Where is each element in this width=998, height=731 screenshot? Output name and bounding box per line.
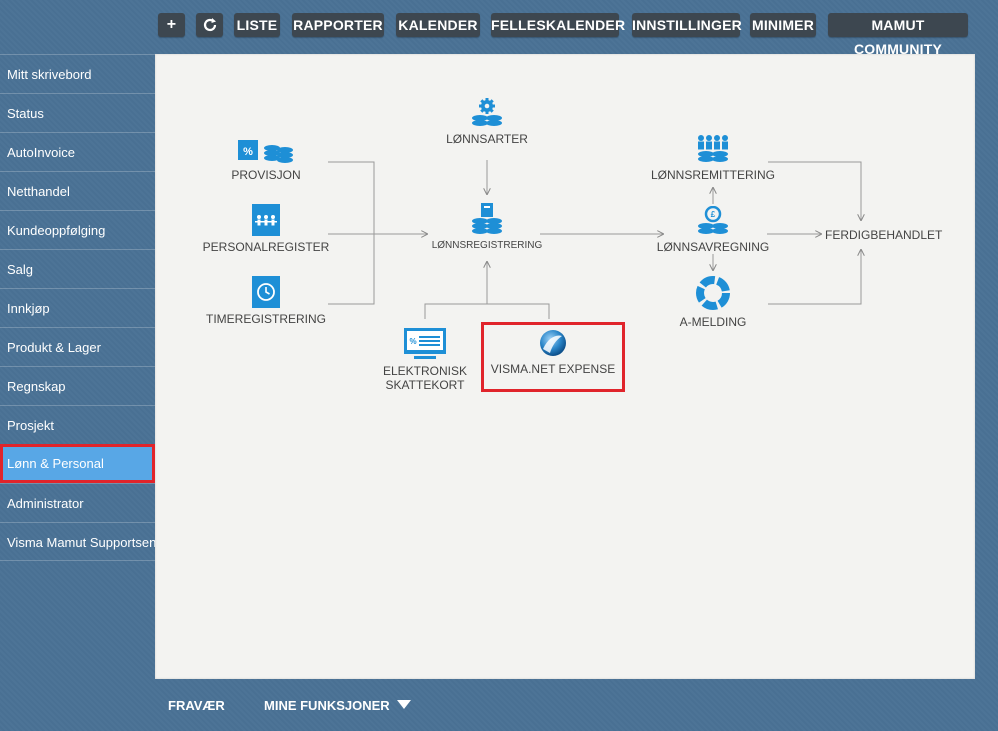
- svg-text:%: %: [243, 146, 253, 158]
- clock-icon: [252, 276, 280, 308]
- workflow-a-melding[interactable]: A-MELDING: [663, 275, 763, 329]
- sidebar-item-prosjekt[interactable]: Prosjekt: [0, 405, 155, 444]
- a-melding-label: A-MELDING: [679, 315, 747, 329]
- mine-funksjoner-dropdown[interactable]: MINE FUNKSJONER: [264, 698, 412, 713]
- commission-coins-icon: %: [238, 140, 293, 163]
- circle-segments-icon: [696, 276, 730, 310]
- triangle-down-icon: [397, 700, 412, 709]
- workflow-personalregister[interactable]: PERSONALREGISTER: [191, 204, 341, 254]
- sidebar-item-lonn-personal[interactable]: Lønn & Personal: [0, 444, 155, 483]
- sidebar-item-status[interactable]: Status: [0, 93, 155, 132]
- workflow-ferdigbehandlet[interactable]: FERDIGBEHANDLET: [825, 228, 955, 242]
- settlement-coins-icon: £: [698, 206, 728, 234]
- fravaer-link[interactable]: FRAVÆR: [168, 698, 225, 713]
- sidebar-item-mitt-skrivebord[interactable]: Mitt skrivebord: [0, 54, 155, 93]
- lonnsavregning-label: LØNNSAVREGNING: [656, 240, 770, 254]
- workflow-elektronisk-skattekort[interactable]: % ELEKTRONISK SKATTEKORT: [371, 328, 479, 392]
- sidebar-item-salg[interactable]: Salg: [0, 249, 155, 288]
- workflow-timeregistrering[interactable]: TIMEREGISTRERING: [191, 276, 341, 326]
- lonnsarter-label: LØNNSARTER: [446, 132, 528, 146]
- kalender-button[interactable]: KALENDER: [396, 13, 480, 37]
- visma-expense-label: VISMA.NET EXPENSE: [490, 362, 616, 376]
- remittance-coins-icon: [698, 135, 728, 162]
- ferdigbehandlet-label: FERDIGBEHANDLET: [825, 228, 943, 242]
- rapporter-button[interactable]: RAPPORTER: [292, 13, 384, 37]
- lonnsremittering-label: LØNNSREMITTERING: [650, 168, 775, 182]
- personnel-register-icon: [252, 204, 280, 236]
- workflow-panel: % PROVISJON PERSONALREGISTER TIMEREGISTR…: [155, 54, 975, 679]
- svg-text:£: £: [711, 210, 716, 219]
- sidebar-item-kundeoppfolging[interactable]: Kundeoppfølging: [0, 210, 155, 249]
- liste-button[interactable]: LISTE: [234, 13, 280, 37]
- gear-coins-icon: [472, 98, 502, 126]
- workflow-visma-expense[interactable]: VISMA.NET EXPENSE: [481, 328, 625, 376]
- workflow-lonnsarter[interactable]: LØNNSARTER: [427, 98, 547, 146]
- timeregistrering-label: TIMEREGISTRERING: [205, 312, 326, 326]
- monitor-icon: %: [404, 328, 446, 359]
- mine-funksjoner-label: MINE FUNKSJONER: [264, 698, 390, 713]
- workflow-lonnsregistrering[interactable]: LØNNSREGISTRERING: [417, 203, 557, 253]
- innstillinger-button[interactable]: INNSTILLINGER: [632, 13, 742, 37]
- sidebar-item-autoinvoice[interactable]: AutoInvoice: [0, 132, 155, 171]
- sidebar-item-administrator[interactable]: Administrator: [0, 483, 155, 522]
- lonnsregistrering-label: LØNNSREGISTRERING: [431, 240, 543, 251]
- workflow-provisjon[interactable]: % PROVISJON: [211, 138, 321, 182]
- provisjon-label: PROVISJON: [231, 168, 301, 182]
- sidebar-nav: Mitt skrivebord Status AutoInvoice Netth…: [0, 54, 155, 561]
- workflow-lonnsremittering[interactable]: LØNNSREMITTERING: [643, 134, 783, 182]
- felleskalender-button[interactable]: FELLESKALENDER: [491, 13, 625, 37]
- elektronisk-label: ELEKTRONISK: [382, 364, 468, 378]
- sidebar-item-regnskap[interactable]: Regnskap: [0, 366, 155, 405]
- skattekort-label: SKATTEKORT: [385, 378, 465, 392]
- minimer-button[interactable]: MINIMER: [750, 13, 816, 37]
- sidebar-item-produkt-lager[interactable]: Produkt & Lager: [0, 327, 155, 366]
- sidebar-item-visma-mamut-supportsenter[interactable]: Visma Mamut Supportsenter: [0, 522, 155, 561]
- svg-text:%: %: [409, 337, 416, 346]
- sidebar-item-netthandel[interactable]: Netthandel: [0, 171, 155, 210]
- visma-logo-icon: [540, 330, 566, 356]
- refresh-icon: [203, 18, 216, 32]
- add-button[interactable]: +: [158, 13, 185, 37]
- plus-icon: +: [166, 16, 177, 33]
- workflow-lonnsavregning[interactable]: £ LØNNSAVREGNING: [643, 206, 783, 254]
- sidebar-item-innkjop[interactable]: Innkjøp: [0, 288, 155, 327]
- refresh-button[interactable]: [196, 13, 223, 37]
- personalregister-label: PERSONALREGISTER: [202, 240, 330, 254]
- payroll-registration-icon: [472, 203, 502, 234]
- mamut-community-button[interactable]: MAMUT COMMUNITY: [828, 13, 968, 57]
